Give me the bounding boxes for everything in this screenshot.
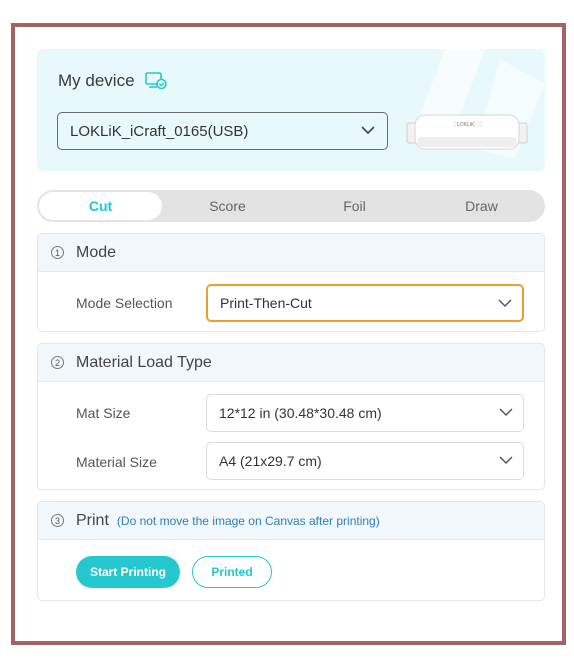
material-section-title: Material Load Type [76, 353, 212, 371]
material-size-label: Material Size [76, 454, 157, 470]
tab-foil[interactable]: Foil [293, 192, 416, 220]
device-connection-icon[interactable] [144, 72, 167, 90]
tab-cut[interactable]: Cut [39, 192, 162, 220]
mat-size-value: 12*12 in (30.48*30.48 cm) [219, 405, 382, 421]
device-card: My device LOKLiK_iCraft_0165(USB) LOKLiK [37, 49, 545, 171]
tool-tabs: Cut Score Foil Draw [37, 190, 545, 222]
device-select-value: LOKLiK_iCraft_0165(USB) [70, 122, 249, 140]
chevron-down-icon [499, 408, 513, 417]
mode-section-header: 1 Mode [38, 234, 544, 272]
mode-section: 1 Mode Mode Selection Print-Then-Cut [37, 233, 545, 332]
material-section: 2 Material Load Type Mat Size 12*12 in (… [37, 343, 545, 490]
step-number-badge: 3 [51, 514, 64, 527]
print-section: 3 Print (Do not move the image on Canvas… [37, 501, 545, 601]
mat-size-select[interactable]: 12*12 in (30.48*30.48 cm) [206, 394, 524, 432]
print-warning-note: (Do not move the image on Canvas after p… [116, 513, 380, 528]
cutting-machine-image: LOKLiK [406, 114, 528, 150]
print-section-title: Print [76, 511, 109, 529]
chevron-down-icon [499, 456, 513, 465]
chevron-down-icon [498, 299, 512, 308]
material-size-select[interactable]: A4 (21x29.7 cm) [206, 442, 524, 480]
chevron-down-icon [361, 126, 375, 135]
device-select[interactable]: LOKLiK_iCraft_0165(USB) [57, 112, 388, 150]
device-title: My device [58, 71, 167, 91]
machine-brand-text: LOKLiK [457, 122, 475, 128]
mode-selection-label: Mode Selection [76, 295, 173, 311]
print-section-header: 3 Print (Do not move the image on Canvas… [38, 502, 544, 540]
device-title-text: My device [58, 71, 135, 90]
step-number-badge: 1 [51, 246, 64, 259]
mode-select[interactable]: Print-Then-Cut [206, 284, 524, 322]
start-printing-button[interactable]: Start Printing [76, 556, 180, 588]
panel-frame: My device LOKLiK_iCraft_0165(USB) LOKLiK [11, 23, 566, 645]
step-number-badge: 2 [51, 356, 64, 369]
mat-size-label: Mat Size [76, 405, 131, 421]
printed-button[interactable]: Printed [192, 556, 272, 588]
material-size-value: A4 (21x29.7 cm) [219, 453, 322, 469]
mode-section-title: Mode [76, 243, 117, 261]
mode-select-value: Print-Then-Cut [220, 295, 312, 311]
tab-draw[interactable]: Draw [420, 192, 543, 220]
material-section-header: 2 Material Load Type [38, 344, 544, 382]
tab-score[interactable]: Score [166, 192, 289, 220]
